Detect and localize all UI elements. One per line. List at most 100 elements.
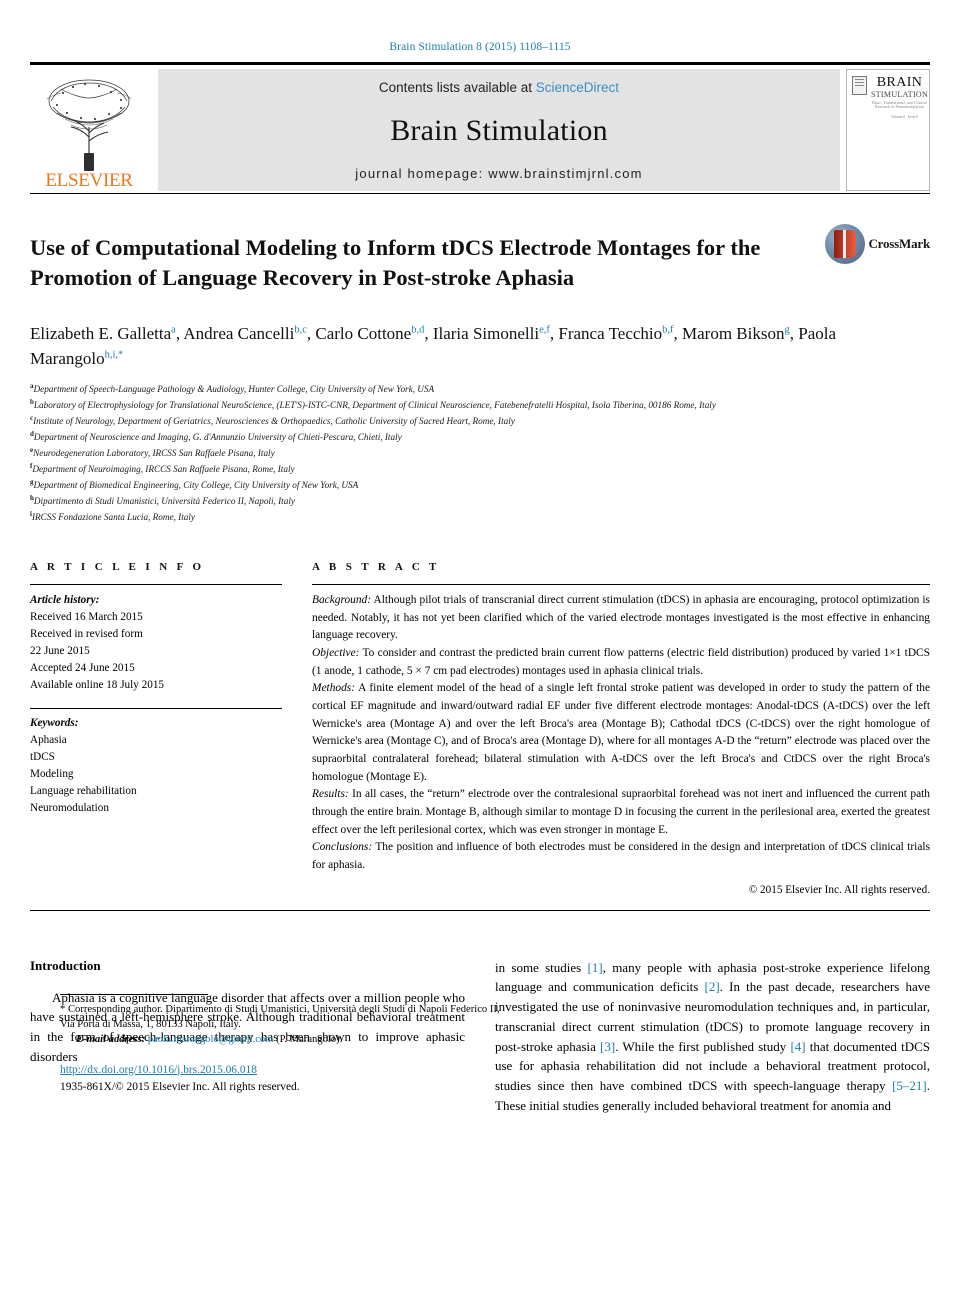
abstract-section: Background: Although pilot trials of tra… [312,592,930,645]
page-title: Use of Computational Modeling to Inform … [30,235,761,290]
journal-title: Brain Stimulation [390,113,608,147]
footnote-region: * Corresponding author. Dipartimento di … [60,993,500,1048]
abstract-section-label: Background: [312,593,372,606]
cover-title-line1: BRAIN [876,75,923,90]
abstract-section: Conclusions: The position and influence … [312,839,930,874]
keywords-label: Keywords: [30,717,79,730]
keyword-lines: Aphasia tDCS Modeling Language rehabilitati… [30,732,282,817]
author-affiliation-marks: b,d [411,324,425,336]
abstract-section-text: The position and influence of both elect… [312,841,930,872]
affiliation-item: iIRCSS Fondazione Santa Lucia, Rome, Ita… [30,509,930,525]
author-name: Andrea Cancelli [183,323,295,343]
doi-region: http://dx.doi.org/10.1016/j.brs.2015.06.… [60,1062,300,1096]
article-page: Brain Stimulation 8 (2015) 1108–1115 ELS… [0,0,960,1290]
keyword-item: Aphasia [30,734,67,747]
journal-band: Contents lists available at ScienceDirec… [158,69,840,191]
intro-paragraph-continued: in some studies [1], many people with ap… [495,958,930,1116]
abstract-heading: A B S T R A C T [312,560,440,573]
affiliation-item: bLaboratory of Electrophysiology for Tra… [30,397,930,413]
body-text-run: in some studies [495,959,588,975]
email-link[interactable]: paola.marangolo@gmail.com [148,1034,274,1045]
masthead-bottom-rule [30,193,930,194]
affiliation-text: Department of Biomedical Engineering, Ci… [33,480,359,491]
affiliation-text: Laboratory of Electrophysiology for Tran… [33,400,716,411]
affiliation-item: fDepartment of Neuroimaging, IRCCS San R… [30,461,930,477]
cover-titles: BRAIN STIMULATION Basic, Translational, … [871,76,928,109]
doi-link[interactable]: http://dx.doi.org/10.1016/j.brs.2015.06.… [60,1064,257,1076]
article-history-block: Article history: Received 16 March 2015 R… [30,592,282,694]
corresponding-marker: * [60,1003,66,1015]
affiliation-item: gDepartment of Biomedical Engineering, C… [30,477,930,493]
journal-cover-thumbnail: BRAIN STIMULATION Basic, Translational, … [846,69,930,191]
citation-link[interactable]: [1] [588,960,603,975]
article-info-rule [30,583,282,585]
masthead-top-rule [30,62,930,65]
abstract-rule [312,583,930,585]
affiliation-text: IRCSS Fondazione Santa Lucia, Rome, Ital… [31,512,196,523]
article-history-item: Received 16 March 2015 [30,610,143,623]
abstract-copyright: © 2015 Elsevier Inc. All rights reserved… [748,883,930,896]
article-info-heading: A R T I C L E I N F O [30,560,205,573]
email-label: E-mail address: [76,1034,146,1046]
contents-prefix: Contents lists available at [378,80,533,95]
elsevier-wordmark: ELSEVIER [45,170,133,191]
abstract-bottom-rule [30,909,930,911]
cover-title-line2: STIMULATION [871,90,929,99]
affiliation-text: Neurodegeneration Laboratory, IRCSS San … [33,448,275,459]
crossmark-label: CrossMark [868,236,930,251]
abstract-section-text: A finite element model of the head of a … [312,682,930,783]
info-abstract-region: A R T I C L E I N F O Article history: R… [30,561,930,896]
citation-link[interactable]: [4] [790,1039,805,1054]
abstract-section-text: Although pilot trials of transcranial di… [312,593,930,642]
crossmark-badge[interactable]: CrossMark [825,218,930,264]
cover-subtitle: Basic, Translational, and Clinical Resea… [872,100,927,109]
citation-link[interactable]: [2] [705,979,720,994]
affiliation-text: Department of Neuroscience and Imaging, … [33,432,402,443]
affiliation-item: aDepartment of Speech-Language Pathology… [30,381,930,397]
journal-homepage[interactable]: journal homepage: www.brainstimjrnl.com [355,166,642,181]
abstract-section-text: In all cases, the “return” electrode ove… [312,788,930,836]
email-suffix: (P. Marangolo). [276,1034,343,1046]
author-affiliation-marks: e,f [539,324,550,336]
body-text-run: . While the first published study [615,1038,791,1054]
issn-copyright-line: 1935-861X/© 2015 Elsevier Inc. All right… [60,1080,300,1093]
keyword-item: tDCS [30,751,55,764]
article-history-label: Article history: [30,593,100,606]
keyword-item: Neuromodulation [30,802,109,815]
abstract-section-label: Objective: [312,646,360,659]
title-row: Use of Computational Modeling to Inform … [30,218,930,308]
affiliation-item: eNeurodegeneration Laboratory, IRCSS San… [30,445,930,461]
crossmark-icon [825,224,866,264]
sciencedirect-link[interactable]: ScienceDirect [536,80,619,95]
contents-line: Contents lists available at ScienceDirec… [379,80,619,95]
abstract-section-label: Conclusions: [312,841,373,854]
cover-top-row: BRAIN STIMULATION Basic, Translational, … [852,76,928,109]
body-column-right: in some studies [1], many people with ap… [495,958,930,1116]
author-affiliation-marks: b,f [662,324,674,336]
citation-link[interactable]: [3] [600,1039,615,1054]
affiliation-list: aDepartment of Speech-Language Pathology… [30,381,930,525]
footnote-rule [60,993,208,995]
abstract-column: A B S T R A C T Background: Although pil… [312,561,930,896]
corresponding-author-note: * Corresponding author. Dipartimento di … [60,1002,500,1033]
author-name: Carlo Cottone [315,323,412,343]
affiliation-text: Department of Speech-Language Pathology … [33,384,435,395]
keyword-item: Language rehabilitation [30,785,137,798]
affiliation-text: Department of Neuroimaging, IRCCS San Ra… [32,464,295,475]
email-note: E-mail address: paola.marangolo@gmail.co… [60,1032,500,1047]
abstract-section: Methods: A finite element model of the h… [312,680,930,786]
elsevier-tree-icon [46,79,132,171]
cover-mini-logo-icon [852,76,867,95]
affiliation-text: Dipartimento di Studi Umanistici, Univer… [33,496,295,507]
keyword-item: Modeling [30,768,74,781]
journal-masthead: ELSEVIER Contents lists available at Sci… [30,69,930,191]
author-name: Elizabeth E. Galletta [30,323,172,343]
corresponding-text: Corresponding author. Dipartimento di St… [60,1003,500,1030]
affiliation-text: Institute of Neurology, Department of Ge… [33,416,515,427]
author-name: Marom Bikson [682,323,785,343]
body-columns: Introduction Aphasia is a cognitive lang… [30,958,930,1116]
author-name: Ilaria Simonelli [432,323,540,343]
intro-paragraph-right: in some studies [1], many people with ap… [495,958,930,1116]
author-separator: , [789,323,799,343]
citation-link[interactable]: [5–21] [892,1078,927,1093]
